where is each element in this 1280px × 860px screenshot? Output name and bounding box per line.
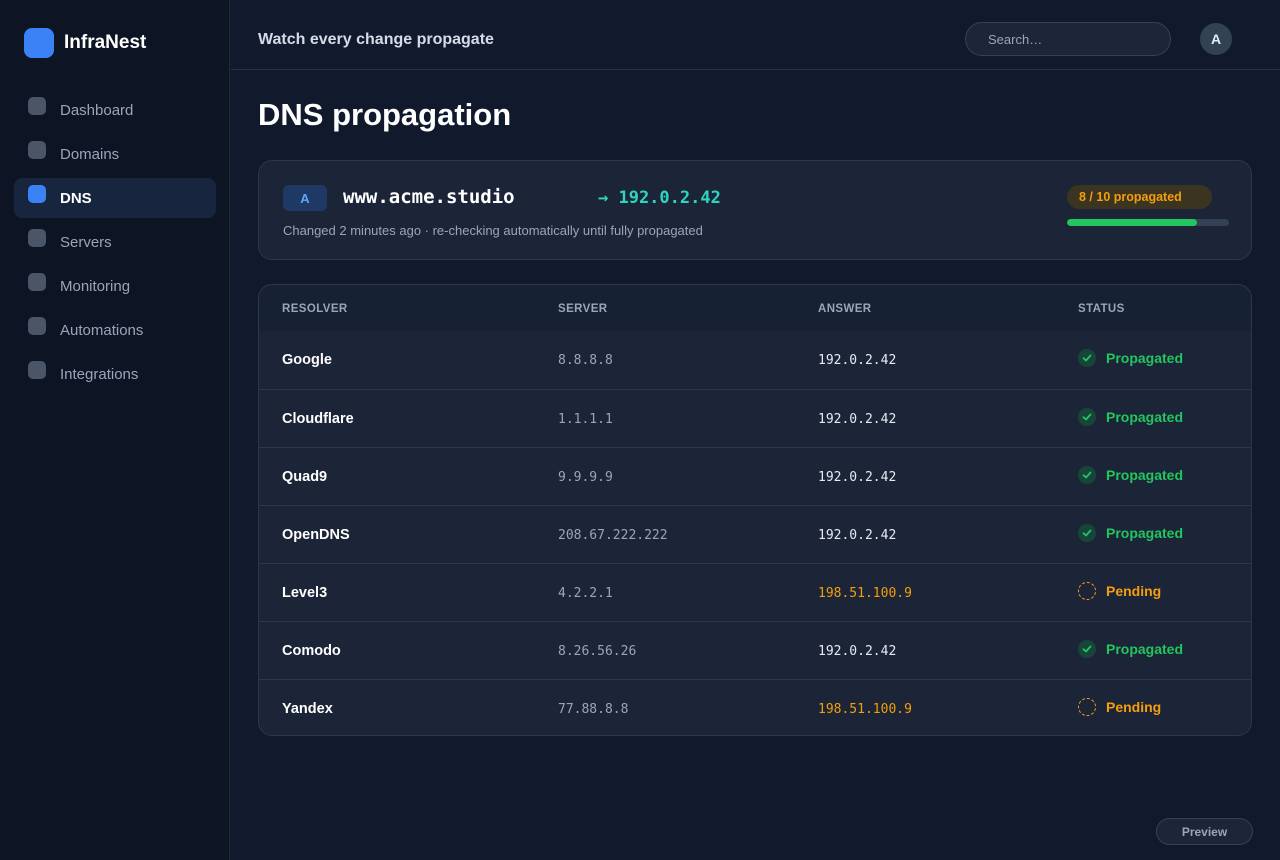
status: Propagated: [1078, 524, 1183, 542]
sidebar-item-monitoring[interactable]: Monitoring: [14, 266, 216, 306]
resolver-name: Quad9: [282, 469, 328, 485]
answer-value: 192.0.2.42: [818, 353, 897, 368]
answer-value: 192.0.2.42: [818, 412, 897, 427]
table-row[interactable]: Quad9 9.9.9.9 192.0.2.42 Propagated: [259, 447, 1251, 505]
resolver-name: Google: [282, 352, 332, 368]
sidebar-item-label: Monitoring: [60, 277, 131, 295]
sidebar-item-domains[interactable]: Domains: [14, 134, 216, 174]
sidebar-item-label: Automations: [60, 321, 144, 339]
brand-logo-icon: [24, 28, 54, 58]
table-row[interactable]: Comodo 8.26.56.26 192.0.2.42 Propagated: [259, 621, 1251, 679]
sidebar-item-label: Domains: [60, 145, 120, 163]
dashboard-icon: [28, 97, 46, 115]
automations-icon: [28, 317, 46, 335]
topbar-title: Watch every change propagate: [258, 31, 494, 48]
server-address: 4.2.2.1: [558, 586, 613, 601]
resolver-name: Level3: [282, 585, 328, 601]
propagation-badge: 8 / 10 propagated: [1067, 185, 1212, 209]
resolver-table: RESOLVER SERVER ANSWER STATUS Google 8.8.…: [258, 284, 1252, 736]
check-icon: [1078, 466, 1096, 484]
table-header: RESOLVER SERVER ANSWER STATUS: [259, 285, 1251, 331]
check-icon: [1078, 524, 1096, 542]
sidebar-item-label: Servers: [60, 233, 112, 251]
servers-icon: [28, 229, 46, 247]
sidebar-item-dns[interactable]: DNS: [14, 178, 216, 218]
server-address: 208.67.222.222: [558, 528, 668, 543]
answer-value: 198.51.100.9: [818, 586, 912, 601]
preview-button[interactable]: Preview: [1156, 818, 1253, 845]
table-row[interactable]: Level3 4.2.2.1 198.51.100.9 Pending: [259, 563, 1251, 621]
resolver-name: OpenDNS: [282, 527, 350, 543]
answer-value: 192.0.2.42: [818, 528, 897, 543]
status-label: Propagated: [1106, 467, 1184, 483]
answer-value: 192.0.2.42: [818, 470, 897, 485]
check-icon: [1078, 408, 1096, 426]
answer-value: 192.0.2.42: [818, 644, 897, 659]
search-input[interactable]: [965, 22, 1171, 56]
status: Pending: [1078, 582, 1161, 600]
brand-name: InfraNest: [64, 32, 147, 53]
status-label: Propagated: [1106, 641, 1184, 657]
avatar[interactable]: A: [1200, 23, 1232, 55]
status-label: Propagated: [1106, 409, 1184, 425]
record-host: www.acme.studio: [343, 186, 515, 208]
answer-value: 198.51.100.9: [818, 702, 912, 717]
domains-icon: [28, 141, 46, 159]
integrations-icon: [28, 361, 46, 379]
server-address: 1.1.1.1: [558, 412, 613, 427]
column-header-server: SERVER: [558, 303, 608, 315]
pending-icon: [1078, 698, 1096, 716]
status-label: Propagated: [1106, 525, 1184, 541]
brand[interactable]: InfraNest: [24, 28, 146, 58]
page-title: DNS propagation: [258, 97, 512, 132]
pending-icon: [1078, 582, 1096, 600]
column-header-status: STATUS: [1078, 303, 1125, 315]
monitoring-icon: [28, 273, 46, 291]
resolver-name: Yandex: [282, 701, 333, 717]
column-header-resolver: RESOLVER: [282, 303, 348, 315]
record-target: → 192.0.2.42: [598, 188, 721, 208]
server-address: 9.9.9.9: [558, 470, 613, 485]
propagation-progress-fill: [1067, 219, 1197, 226]
status: Propagated: [1078, 466, 1183, 484]
check-icon: [1078, 349, 1096, 367]
propagation-progress-bar: [1067, 219, 1229, 226]
sidebar-item-integrations[interactable]: Integrations: [14, 354, 216, 394]
sidebar: InfraNest Dashboard Domains DNS Servers Moni…: [0, 0, 230, 860]
table-row[interactable]: Cloudflare 1.1.1.1 192.0.2.42 Propagated: [259, 389, 1251, 447]
sidebar-item-label: Dashboard: [60, 101, 134, 119]
table-row[interactable]: OpenDNS 208.67.222.222 192.0.2.42 Propagate…: [259, 505, 1251, 563]
sidebar-item-dashboard[interactable]: Dashboard: [14, 90, 216, 130]
table-body: Google 8.8.8.8 192.0.2.42 Propagated Cloudfl…: [259, 331, 1251, 735]
status: Propagated: [1078, 640, 1183, 658]
status-label: Pending: [1106, 699, 1162, 715]
record-subtitle: Changed 2 minutes ago · re-checking auto…: [283, 223, 703, 238]
sidebar-nav: Dashboard Domains DNS Servers Monitoring Auto…: [14, 90, 216, 398]
record-card: A www.acme.studio → 192.0.2.42 Changed 2…: [258, 160, 1252, 260]
server-address: 8.26.56.26: [558, 644, 637, 659]
status: Propagated: [1078, 349, 1183, 367]
topbar: Watch every change propagate A: [231, 0, 1280, 70]
resolver-name: Comodo: [282, 643, 341, 659]
sidebar-item-label: Integrations: [60, 365, 139, 383]
status: Propagated: [1078, 408, 1183, 426]
server-address: 77.88.8.8: [558, 702, 629, 717]
sidebar-item-label: DNS: [60, 189, 92, 207]
dns-icon: [28, 185, 46, 203]
status-label: Pending: [1106, 583, 1162, 599]
sidebar-item-servers[interactable]: Servers: [14, 222, 216, 262]
status: Pending: [1078, 698, 1161, 716]
column-header-answer: ANSWER: [818, 303, 872, 315]
record-type-badge: A: [283, 185, 327, 211]
resolver-name: Cloudflare: [282, 411, 354, 427]
server-address: 8.8.8.8: [558, 353, 613, 368]
table-row[interactable]: Yandex 77.88.8.8 198.51.100.9 Pending: [259, 679, 1251, 735]
table-row[interactable]: Google 8.8.8.8 192.0.2.42 Propagated: [259, 331, 1251, 389]
check-icon: [1078, 640, 1096, 658]
status-label: Propagated: [1106, 350, 1184, 366]
sidebar-item-automations[interactable]: Automations: [14, 310, 216, 350]
